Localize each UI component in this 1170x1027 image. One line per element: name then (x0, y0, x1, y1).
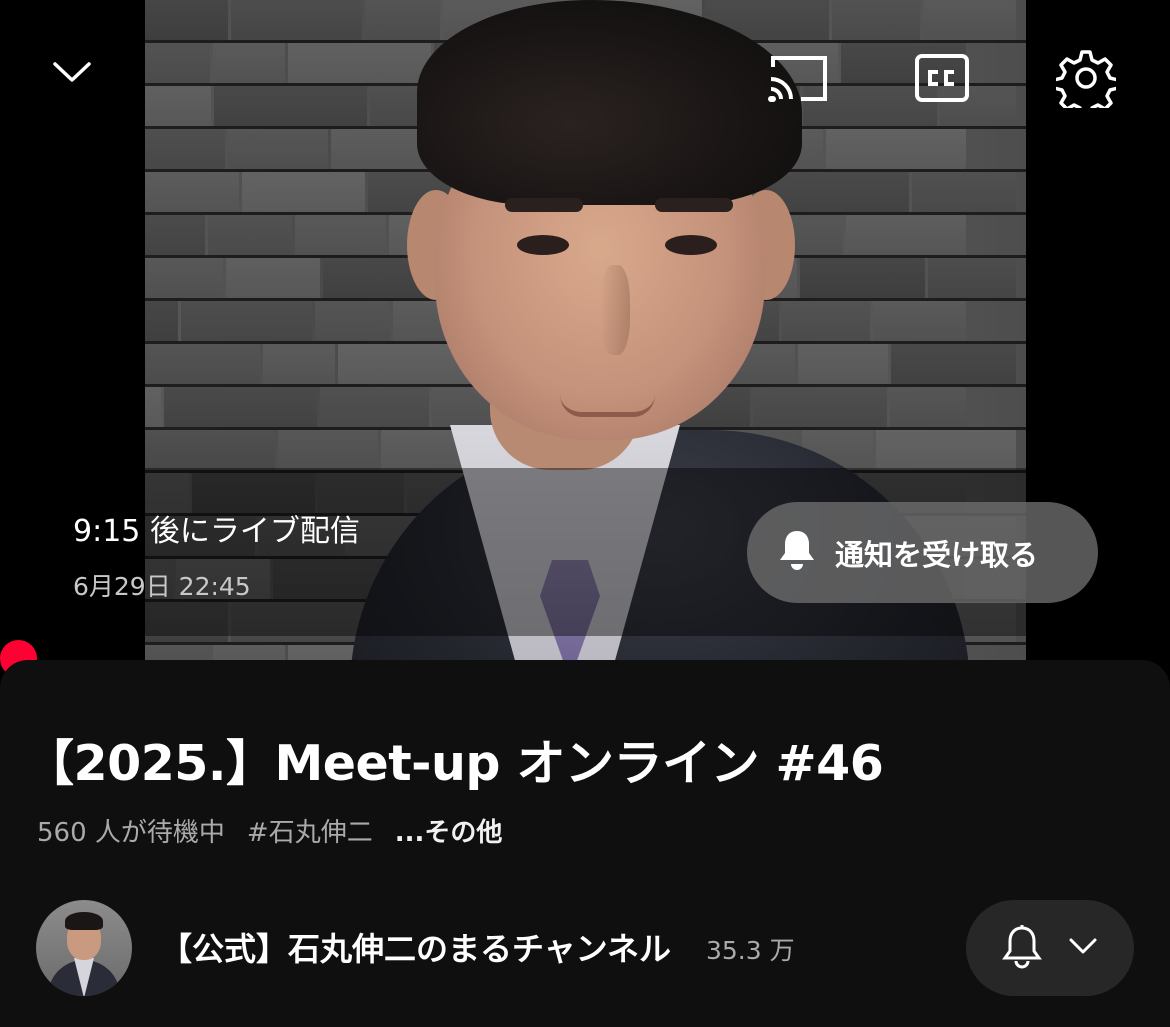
gear-icon (1056, 48, 1116, 108)
thumbnail-eye-left (517, 235, 569, 255)
channel-name[interactable]: 【公式】石丸伸二のまるチャンネル (160, 924, 671, 970)
wall-brick (164, 387, 318, 427)
thumbnail-brow-left (505, 198, 583, 212)
wall-brick (145, 344, 261, 384)
thumbnail-eye-right (665, 235, 717, 255)
notify-button[interactable]: 通知を受け取る (747, 502, 1098, 603)
wall-brick (825, 129, 966, 169)
hashtag-link[interactable]: #石丸伸二 (247, 812, 373, 849)
wall-brick (145, 43, 211, 83)
thumbnail-mouth (560, 395, 655, 417)
wall-brick (799, 258, 926, 298)
wall-brick (208, 215, 293, 255)
notify-button-label: 通知を受け取る (835, 537, 1039, 572)
thumbnail-nose (600, 265, 630, 355)
wall-brick (181, 301, 313, 341)
wall-brick (295, 215, 386, 255)
avatar-hair (65, 912, 103, 930)
wall-brick (145, 86, 212, 126)
wall-brick (231, 0, 363, 40)
subscriber-count: 35.3 万 (706, 936, 795, 965)
waiting-count: 560 人が待機中 (37, 818, 225, 848)
captions-button[interactable] (912, 50, 972, 106)
collapse-button[interactable] (46, 50, 98, 94)
bell-icon (777, 527, 817, 578)
wall-brick (278, 430, 378, 470)
wall-brick (872, 301, 967, 341)
subscription-notification-button[interactable] (966, 900, 1134, 996)
video-meta[interactable]: 560 人が待機中 #石丸伸二 ...その他 (37, 812, 502, 849)
wall-brick (145, 430, 276, 470)
wall-brick (315, 301, 391, 341)
closed-captions-icon (914, 53, 970, 103)
wall-brick (228, 129, 328, 169)
wall-brick (365, 0, 441, 40)
wall-brick (752, 387, 887, 427)
wall-brick (242, 172, 366, 212)
live-countdown: 9:15 後にライブ配信 (73, 514, 360, 549)
wall-brick (911, 172, 1016, 212)
wall-brick (145, 172, 240, 212)
wall-brick (145, 645, 211, 660)
cast-icon (767, 53, 829, 103)
wall-brick (213, 43, 286, 83)
wall-brick (214, 86, 368, 126)
wall-brick (145, 387, 162, 427)
wall-brick (798, 344, 888, 384)
wall-brick (890, 344, 1016, 384)
wall-brick (225, 258, 321, 298)
wall-brick (922, 0, 1017, 40)
wall-brick (288, 43, 432, 83)
video-player[interactable]: 9:15 後にライブ配信 6月29日 22:45 通知を受け取る (0, 0, 1170, 660)
bell-icon (1002, 923, 1042, 973)
wall-brick (213, 645, 286, 660)
thumbnail-brow-right (655, 198, 733, 212)
more-button[interactable]: ...その他 (395, 812, 503, 849)
wall-brick (928, 258, 1017, 298)
wall-brick (145, 258, 223, 298)
wall-brick (145, 129, 226, 169)
settings-button[interactable] (1054, 46, 1118, 110)
video-title[interactable]: 【2025.】Meet-up オンライン #46 (25, 724, 884, 795)
wall-brick (832, 0, 920, 40)
wall-brick (875, 430, 1016, 470)
wall-brick (263, 344, 336, 384)
cast-button[interactable] (764, 50, 832, 106)
wall-brick (845, 215, 966, 255)
wall-brick (782, 301, 870, 341)
wall-brick (145, 0, 229, 40)
wall-brick (145, 215, 206, 255)
wall-brick (889, 387, 966, 427)
wall-brick (145, 301, 179, 341)
chevron-down-icon (1068, 937, 1098, 959)
wall-brick (320, 387, 429, 427)
chevron-down-icon (52, 60, 92, 84)
scheduled-date: 6月29日 22:45 (73, 572, 251, 601)
channel-avatar[interactable] (36, 900, 132, 996)
